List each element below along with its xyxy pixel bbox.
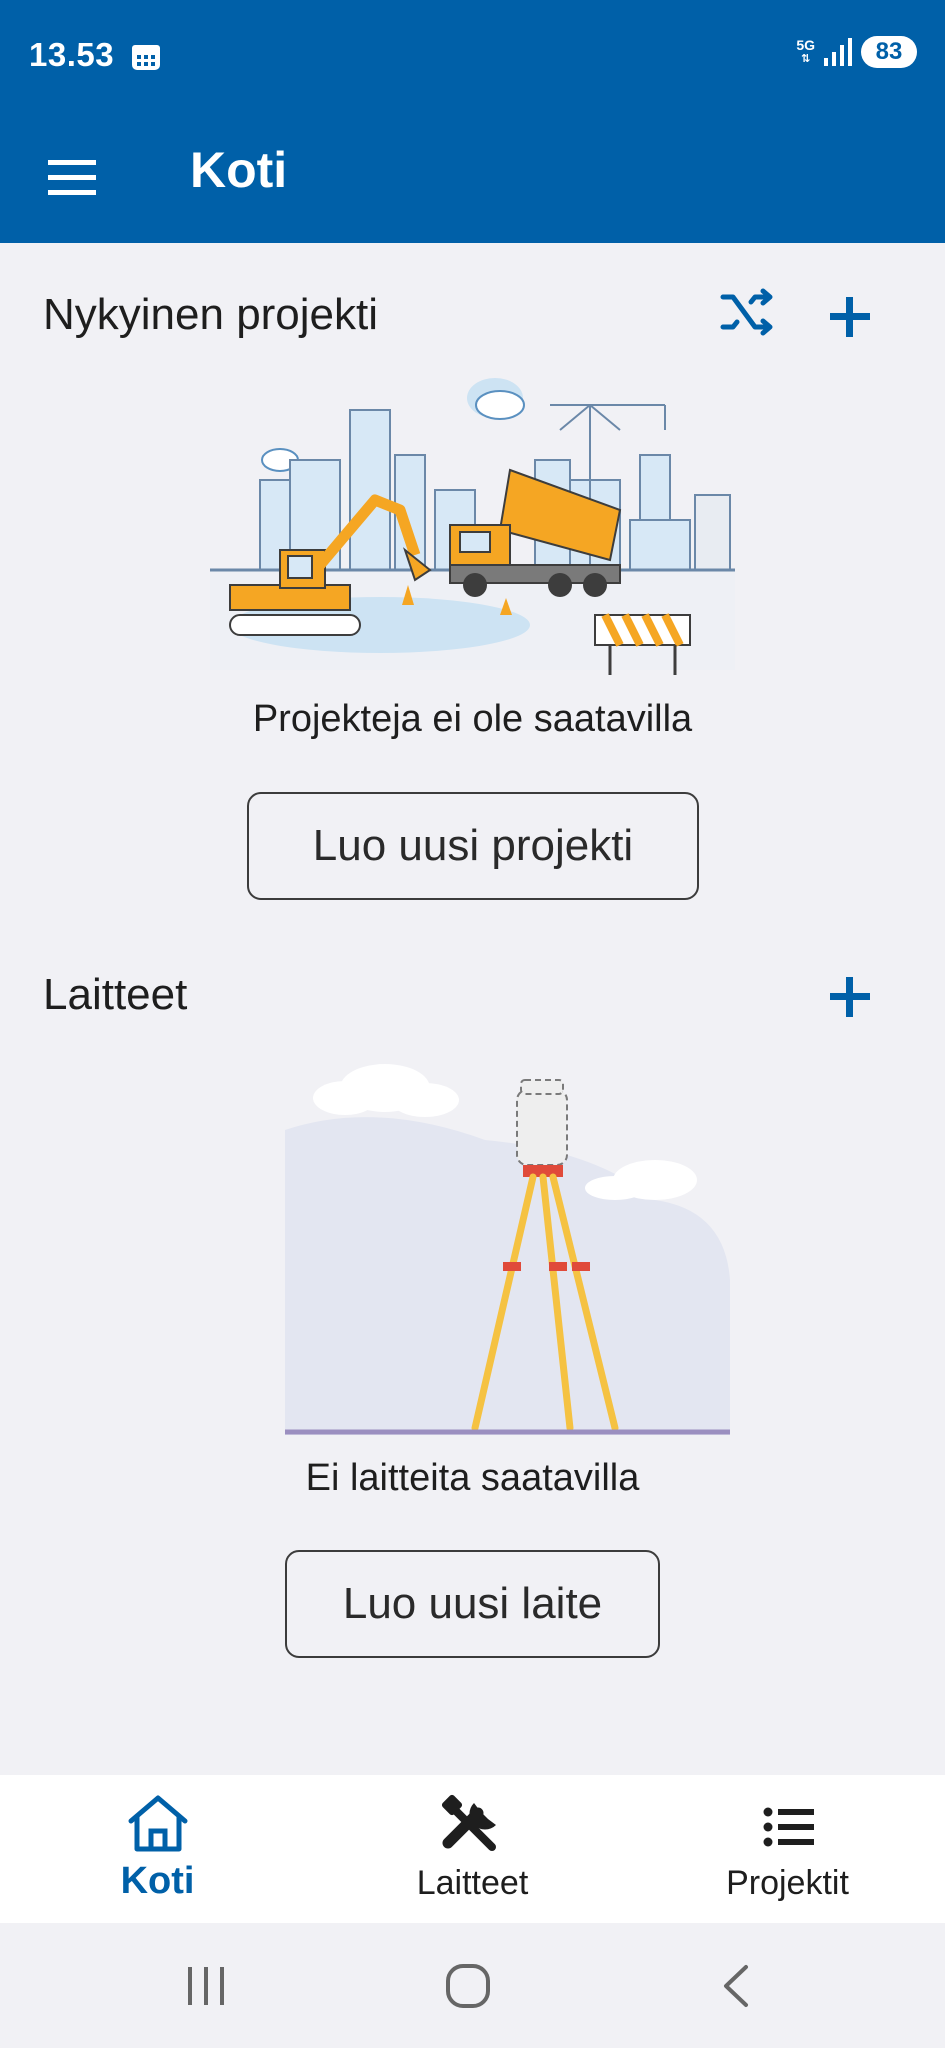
- swap-icon[interactable]: [715, 285, 779, 349]
- network-type: 5G: [796, 37, 815, 53]
- devices-title: Laitteet: [43, 970, 188, 1019]
- status-time: 13.53: [29, 36, 115, 73]
- nav-item-devices[interactable]: Laitteet: [315, 1775, 630, 1923]
- construction-illustration: [210, 378, 735, 675]
- projects-empty-text: Projekteja ei ole saatavilla: [252, 698, 693, 740]
- add-device-plus-icon[interactable]: [818, 965, 882, 1029]
- list-icon: [763, 1807, 814, 1847]
- app-bar: Koti: [0, 113, 945, 243]
- calendar-icon: [132, 45, 160, 70]
- menu-icon[interactable]: [46, 150, 102, 206]
- page-title: Koti: [190, 142, 288, 198]
- add-project-plus-icon[interactable]: [818, 285, 882, 349]
- nav-label-projects: Projektit: [726, 1864, 849, 1902]
- status-indicators: 5G ⇅ 83: [796, 36, 917, 68]
- nav-item-home[interactable]: Koti: [0, 1775, 315, 1923]
- home-icon: [128, 1795, 187, 1852]
- nav-label-devices: Laitteet: [416, 1864, 529, 1902]
- current-project-title: Nykyinen projekti: [43, 290, 379, 339]
- devices-empty-text: Ei laitteita saatavilla: [305, 1457, 640, 1499]
- home-circle-icon[interactable]: [444, 1963, 492, 2009]
- battery-indicator: 83: [861, 36, 917, 68]
- create-project-button[interactable]: Luo uusi projekti: [247, 792, 699, 900]
- tools-icon: [441, 1794, 496, 1851]
- status-bar: 13.53 5G ⇅ 83: [0, 0, 945, 113]
- back-icon[interactable]: [716, 1963, 756, 2009]
- tripod-illustration: [285, 1064, 730, 1435]
- recent-apps-icon[interactable]: [180, 1963, 232, 2009]
- bottom-navigation: Koti Laitteet Projektit: [0, 1775, 945, 1923]
- nav-item-projects[interactable]: Projektit: [630, 1775, 945, 1923]
- network-indicator: 5G ⇅: [796, 37, 815, 65]
- nav-label-home: Koti: [120, 1860, 195, 1902]
- signal-icon: [824, 38, 852, 66]
- system-navigation-bar: [0, 1923, 945, 2048]
- create-device-button[interactable]: Luo uusi laite: [285, 1550, 660, 1658]
